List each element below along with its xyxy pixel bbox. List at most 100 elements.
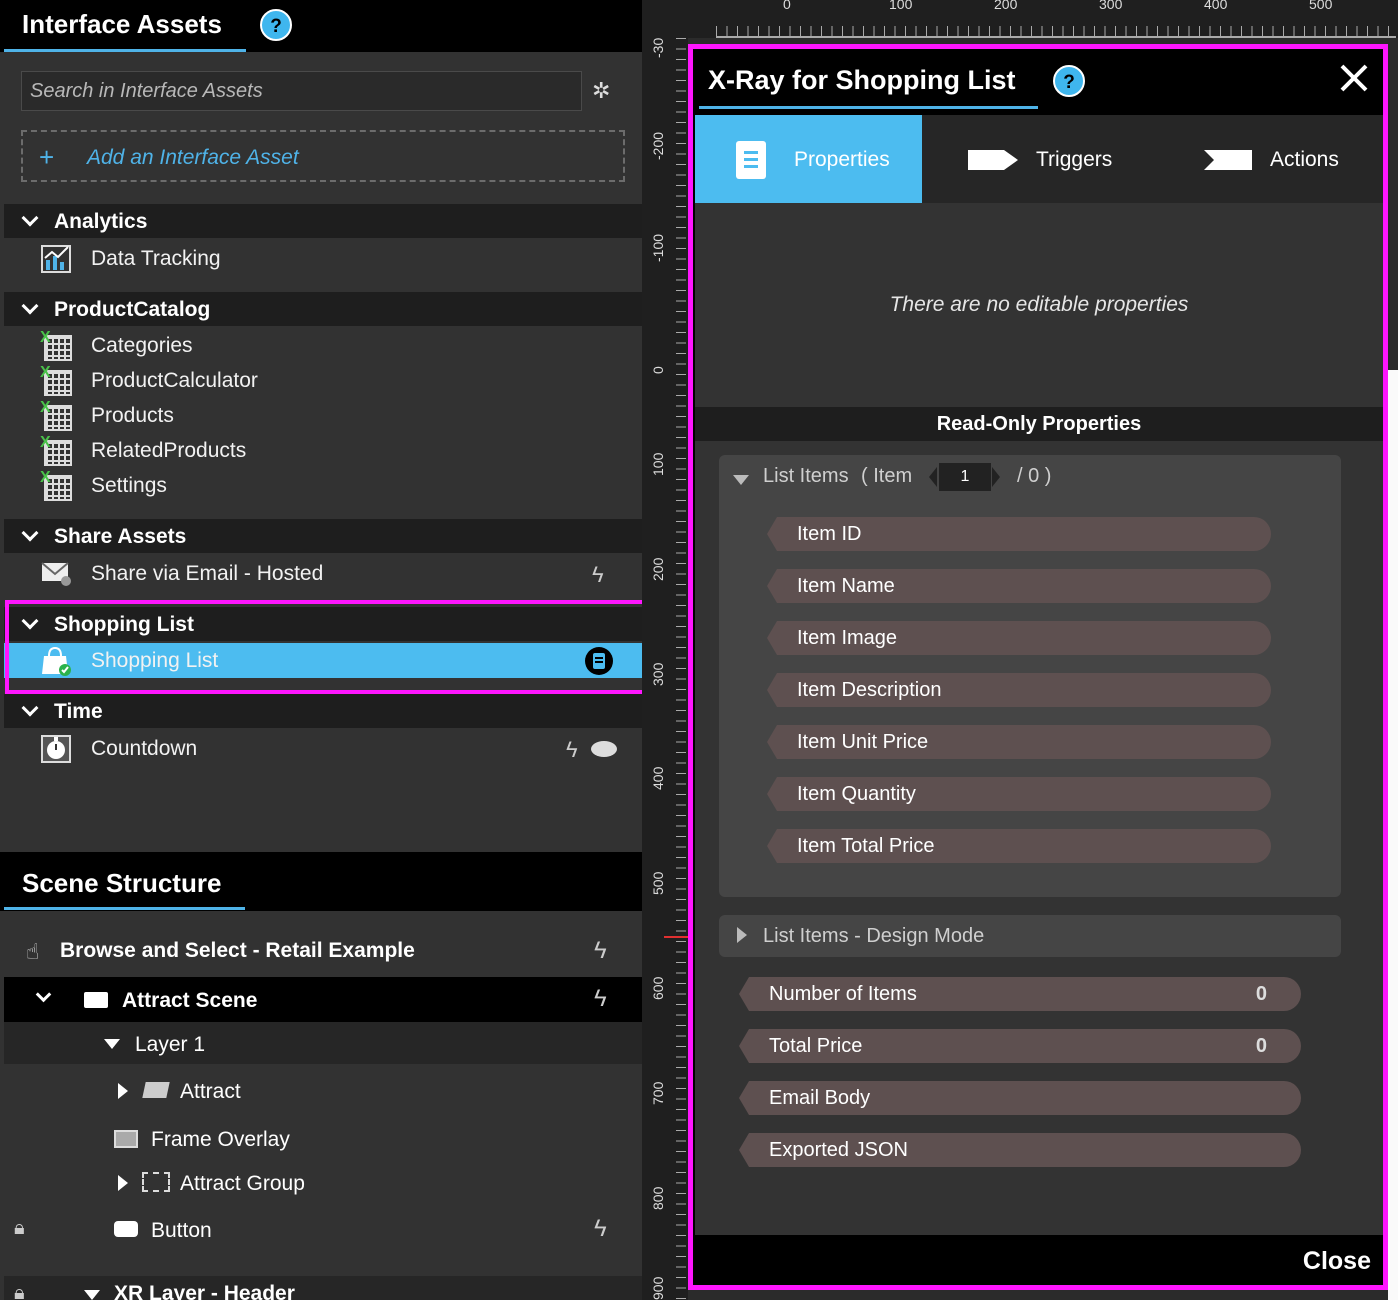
field-label: Item Unit Price xyxy=(797,731,929,753)
ruler-label: 100 xyxy=(889,0,913,12)
bolt-icon: ϟ xyxy=(592,562,604,587)
item-index-input[interactable]: 1 xyxy=(939,463,991,491)
spreadsheet-icon: X xyxy=(40,469,72,501)
scene-structure-header: Scene Structure xyxy=(0,852,642,911)
prop-total-price[interactable]: Total Price 0 xyxy=(739,1029,1301,1063)
field-label: Item Total Price xyxy=(797,835,935,857)
tab-label: Properties xyxy=(794,148,890,171)
group-icon xyxy=(142,1172,170,1192)
ruler-label: 600 xyxy=(650,976,666,1000)
gear-icon[interactable]: ✲ xyxy=(592,79,616,103)
list-field-item-quantity[interactable]: Item Quantity xyxy=(767,777,1271,811)
editable-properties: There are no editable properties xyxy=(695,203,1383,407)
category-time[interactable]: Time xyxy=(4,694,642,728)
bolt-icon: ϟ xyxy=(594,1215,607,1242)
lock-icon[interactable]: 🔒︎ xyxy=(14,1282,25,1300)
asset-item-label: Share via Email - Hosted xyxy=(91,562,324,585)
images-icon xyxy=(142,1082,170,1098)
item-prefix: ( Item xyxy=(861,465,913,487)
asset-item-data-tracking[interactable]: Data Tracking xyxy=(4,241,642,276)
attract-item[interactable]: Attract xyxy=(4,1068,642,1114)
readonly-properties: List Items ( Item 1 / 0 ) Item ID Item N… xyxy=(695,441,1383,1235)
ruler-label: 200 xyxy=(650,557,666,581)
add-asset-button[interactable]: + Add an Interface Asset xyxy=(21,130,625,182)
tab-properties[interactable]: Properties xyxy=(695,115,922,203)
close-button[interactable]: Close xyxy=(1303,1247,1371,1276)
chevron-down-icon xyxy=(21,524,39,542)
spreadsheet-icon: X xyxy=(40,434,72,466)
asset-item-settings[interactable]: X Settings xyxy=(4,468,642,503)
layer-1[interactable]: Layer 1 xyxy=(4,1022,642,1064)
prop-label: Email Body xyxy=(769,1087,871,1109)
item-suffix: / 0 ) xyxy=(1017,465,1052,487)
prop-number-of-items[interactable]: Number of Items 0 xyxy=(739,977,1301,1011)
ruler-label: 200 xyxy=(994,0,1018,12)
interface-assets-header: Interface Assets ? xyxy=(0,0,642,52)
ruler-label: 400 xyxy=(1204,0,1228,12)
cloud-icon xyxy=(591,741,617,757)
list-field-item-image[interactable]: Item Image xyxy=(767,621,1271,655)
prop-exported-json[interactable]: Exported JSON xyxy=(739,1133,1301,1167)
bolt-icon: ϟ xyxy=(594,985,607,1012)
list-items-group: List Items ( Item 1 / 0 ) Item ID Item N… xyxy=(719,455,1341,897)
chart-icon xyxy=(41,245,71,273)
close-icon[interactable] xyxy=(1339,63,1369,93)
attract-group-item[interactable]: Attract Group xyxy=(4,1160,642,1206)
asset-item-label: RelatedProducts xyxy=(91,439,247,462)
category-label: ProductCatalog xyxy=(54,298,211,321)
search-input[interactable] xyxy=(22,72,581,110)
button-label: Button xyxy=(151,1219,212,1242)
prop-email-body[interactable]: Email Body xyxy=(739,1081,1301,1115)
xray-document-icon[interactable] xyxy=(585,647,613,675)
list-field-item-total-price[interactable]: Item Total Price xyxy=(767,829,1271,863)
asset-item-relatedproducts[interactable]: X RelatedProducts xyxy=(4,433,642,468)
prop-label: Exported JSON xyxy=(769,1139,908,1161)
category-analytics[interactable]: Analytics xyxy=(4,204,642,238)
help-icon[interactable]: ? xyxy=(260,9,292,41)
scene-attract[interactable]: Attract Scene ϟ xyxy=(4,977,642,1022)
category-productcatalog[interactable]: ProductCatalog xyxy=(4,292,642,326)
button-item[interactable]: 🔒︎ Button ϟ xyxy=(4,1207,642,1253)
asset-item-label: Data Tracking xyxy=(91,247,221,270)
list-field-item-name[interactable]: Item Name xyxy=(767,569,1271,603)
category-share-assets[interactable]: Share Assets xyxy=(4,519,642,553)
asset-item-share-via-email[interactable]: Share via Email - Hosted ϟ xyxy=(4,556,642,591)
list-field-item-id[interactable]: Item ID xyxy=(767,517,1271,551)
stopwatch-icon xyxy=(41,735,71,763)
trigger-icon xyxy=(968,150,1018,170)
ruler-label: 500 xyxy=(1309,0,1333,12)
caret-down-icon[interactable] xyxy=(733,475,749,485)
help-icon[interactable]: ? xyxy=(1053,65,1085,97)
stepper-right-icon[interactable] xyxy=(992,467,1000,487)
plus-icon: + xyxy=(39,142,55,172)
asset-item-categories[interactable]: X Categories xyxy=(4,328,642,363)
caret-right-icon xyxy=(737,927,747,943)
search-box[interactable] xyxy=(21,71,582,111)
asset-item-shopping-list[interactable]: Shopping List xyxy=(4,643,642,678)
ruler-label: 500 xyxy=(650,871,666,895)
lock-icon[interactable]: 🔒︎ xyxy=(14,1217,25,1240)
design-mode-group[interactable]: List Items - Design Mode xyxy=(719,915,1341,957)
asset-item-label: Categories xyxy=(91,334,193,357)
asset-item-productcalculator[interactable]: X ProductCalculator xyxy=(4,363,642,398)
xr-layer-header[interactable]: 🔒︎ XR Layer - Header xyxy=(4,1276,642,1300)
readonly-header: Read-Only Properties xyxy=(695,407,1383,441)
list-field-item-description[interactable]: Item Description xyxy=(767,673,1271,707)
hand-icon: ☝ xyxy=(26,939,40,964)
ruler-label: 300 xyxy=(650,662,666,686)
stepper-left-icon[interactable] xyxy=(929,467,937,487)
list-field-item-unit-price[interactable]: Item Unit Price xyxy=(767,725,1271,759)
scene-root-label: Browse and Select - Retail Example xyxy=(60,939,415,962)
prop-label: Number of Items xyxy=(769,983,917,1005)
tab-actions[interactable]: Actions xyxy=(1152,115,1383,203)
tab-triggers[interactable]: Triggers xyxy=(922,115,1152,203)
frame-overlay-item[interactable]: Frame Overlay xyxy=(4,1116,642,1162)
asset-item-countdown[interactable]: Countdown ϟ xyxy=(4,731,642,766)
asset-item-products[interactable]: X Products xyxy=(4,398,642,433)
chevron-down-icon xyxy=(21,297,39,315)
xray-title: X-Ray for Shopping List xyxy=(708,65,1016,95)
field-label: Item ID xyxy=(797,523,862,545)
chevron-down-icon xyxy=(35,986,52,1003)
scene-root[interactable]: ☝ Browse and Select - Retail Example ϟ xyxy=(4,927,642,975)
category-shopping-list[interactable]: Shopping List xyxy=(4,607,642,641)
